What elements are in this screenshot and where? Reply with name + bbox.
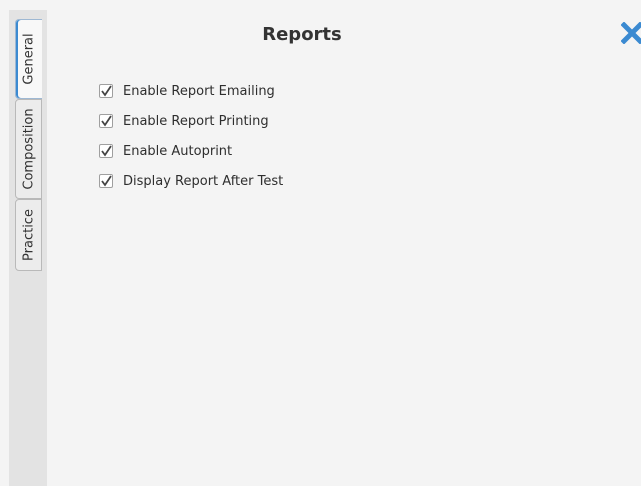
settings-window: General Composition Practice Reports Ena… xyxy=(0,0,641,486)
tab-general[interactable]: General xyxy=(15,19,42,99)
checkmark-icon xyxy=(101,145,112,157)
checkmark-icon xyxy=(101,85,112,97)
report-options-list: Enable Report Emailing Enable Report Pri… xyxy=(99,76,283,196)
option-enable-report-emailing[interactable]: Enable Report Emailing xyxy=(99,76,283,106)
panel-title: Reports xyxy=(262,24,342,45)
reports-panel: Reports Enable Report Emailing Enable Re… xyxy=(47,10,641,486)
option-enable-report-printing[interactable]: Enable Report Printing xyxy=(99,106,283,136)
option-label: Enable Autoprint xyxy=(123,143,233,159)
checkbox-enable-report-printing[interactable] xyxy=(99,114,113,128)
close-x-icon xyxy=(620,21,641,45)
option-label: Enable Report Printing xyxy=(123,113,269,129)
close-button[interactable] xyxy=(620,21,641,45)
option-enable-autoprint[interactable]: Enable Autoprint xyxy=(99,136,283,166)
vertical-tab-strip: General Composition Practice xyxy=(9,10,48,486)
tab-practice[interactable]: Practice xyxy=(15,199,42,271)
checkmark-icon xyxy=(101,175,112,187)
option-display-report-after-test[interactable]: Display Report After Test xyxy=(99,166,283,196)
option-label: Enable Report Emailing xyxy=(123,83,275,99)
tab-general-label: General xyxy=(21,33,37,85)
checkbox-enable-report-emailing[interactable] xyxy=(99,84,113,98)
checkmark-icon xyxy=(101,115,112,127)
checkbox-enable-autoprint[interactable] xyxy=(99,144,113,158)
tab-practice-label: Practice xyxy=(21,209,36,261)
option-label: Display Report After Test xyxy=(123,173,284,189)
tab-composition-label: Composition xyxy=(21,108,36,190)
tab-composition[interactable]: Composition xyxy=(15,99,42,199)
checkbox-display-report-after-test[interactable] xyxy=(99,174,113,188)
